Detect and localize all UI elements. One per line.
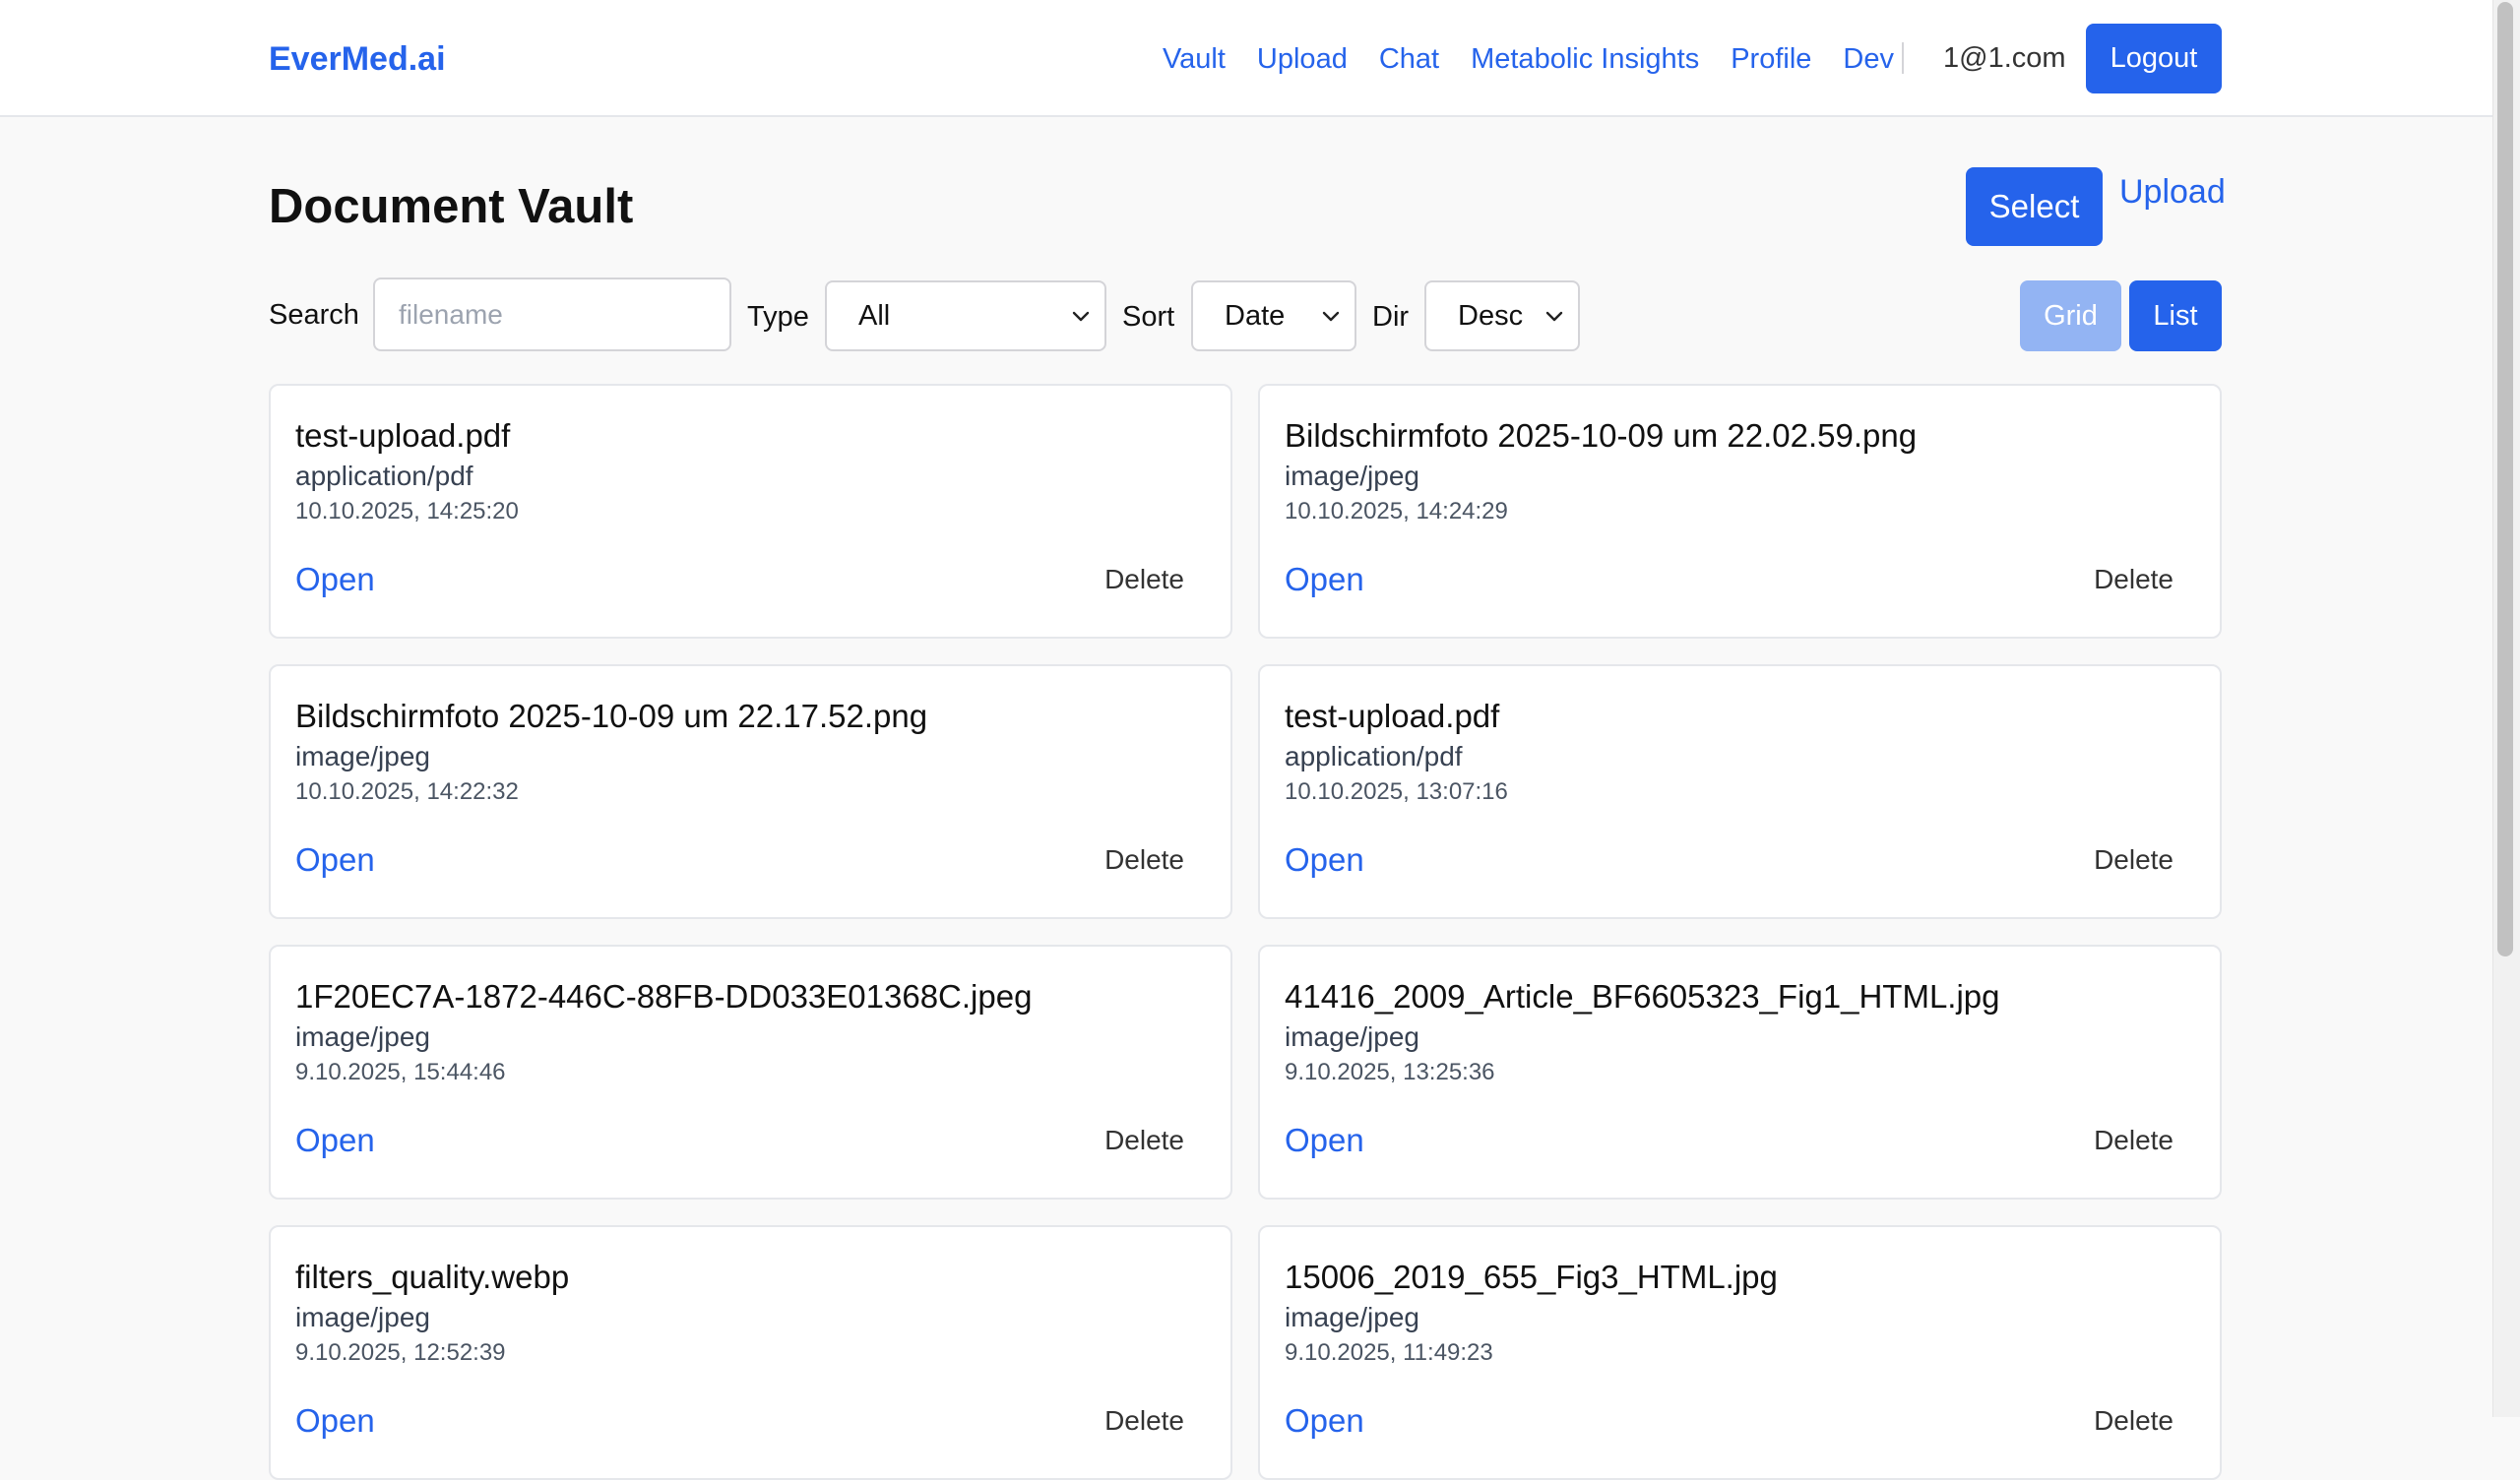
document-name: 1F20EC7A-1872-446C-88FB-DD033E01368C.jpe… (295, 978, 1033, 1015)
document-name: filters_quality.webp (295, 1259, 570, 1295)
chevron-down-icon (1545, 311, 1563, 322)
upload-link[interactable]: Upload (2119, 171, 2226, 213)
document-type: image/jpeg (295, 1021, 430, 1052)
document-date: 9.10.2025, 15:44:46 (295, 1059, 506, 1085)
search-label: Search (269, 299, 359, 331)
search-input[interactable] (373, 278, 731, 351)
delete-button[interactable]: Delete (1104, 561, 1184, 598)
document-name: test-upload.pdf (295, 417, 511, 454)
open-link[interactable]: Open (295, 559, 375, 600)
page-title: Document Vault (269, 180, 634, 233)
document-name: test-upload.pdf (1285, 698, 1500, 734)
document-card: 1F20EC7A-1872-446C-88FB-DD033E01368C.jpe… (269, 945, 1232, 1200)
logout-button[interactable]: Logout (2086, 24, 2222, 93)
document-card: Bildschirmfoto 2025-10-09 um 22.17.52.pn… (269, 664, 1232, 919)
document-type: application/pdf (295, 461, 473, 491)
nav-vault[interactable]: Vault (1163, 39, 1226, 79)
chevron-down-icon (1322, 311, 1340, 322)
type-select[interactable]: All (825, 280, 1106, 351)
document-name: Bildschirmfoto 2025-10-09 um 22.17.52.pn… (295, 698, 928, 734)
open-link[interactable]: Open (1285, 1120, 1364, 1161)
document-type: image/jpeg (1285, 1021, 1419, 1052)
document-card: 15006_2019_655_Fig3_HTML.jpg image/jpeg … (1258, 1225, 2222, 1480)
nav-profile[interactable]: Profile (1731, 39, 1811, 79)
document-card: 41416_2009_Article_BF6605323_Fig1_HTML.j… (1258, 945, 2222, 1200)
nav-chat[interactable]: Chat (1379, 39, 1439, 79)
type-select-value: All (858, 299, 891, 332)
document-card: test-upload.pdf application/pdf 10.10.20… (1258, 664, 2222, 919)
delete-button[interactable]: Delete (2094, 841, 2174, 879)
type-label: Type (747, 301, 809, 333)
document-date: 10.10.2025, 13:07:16 (1285, 778, 1508, 805)
nav-upload[interactable]: Upload (1257, 39, 1348, 79)
document-grid: test-upload.pdf application/pdf 10.10.20… (269, 384, 2222, 1480)
document-type: image/jpeg (295, 1302, 430, 1332)
open-link[interactable]: Open (1285, 559, 1364, 600)
sort-select[interactable]: Date (1191, 280, 1356, 351)
delete-button[interactable]: Delete (2094, 1122, 2174, 1159)
grid-view-button[interactable]: Grid (2020, 280, 2121, 351)
document-name: Bildschirmfoto 2025-10-09 um 22.02.59.pn… (1285, 417, 1918, 454)
open-link[interactable]: Open (1285, 839, 1364, 881)
select-button[interactable]: Select (1966, 167, 2103, 246)
nav-dev[interactable]: Dev (1843, 39, 1894, 79)
document-date: 9.10.2025, 12:52:39 (295, 1339, 506, 1366)
document-card: test-upload.pdf application/pdf 10.10.20… (269, 384, 1232, 639)
list-view-button[interactable]: List (2129, 280, 2222, 351)
sort-label: Sort (1122, 301, 1175, 333)
top-navbar: EverMed.ai Vault Upload Chat Metabolic I… (0, 0, 2492, 117)
document-name: 15006_2019_655_Fig3_HTML.jpg (1285, 1259, 1778, 1295)
document-date: 10.10.2025, 14:25:20 (295, 498, 519, 524)
document-date: 9.10.2025, 11:49:23 (1285, 1339, 1493, 1366)
dir-select[interactable]: Desc (1424, 280, 1580, 351)
delete-button[interactable]: Delete (1104, 1402, 1184, 1440)
document-card: Bildschirmfoto 2025-10-09 um 22.02.59.pn… (1258, 384, 2222, 639)
document-type: image/jpeg (1285, 461, 1419, 491)
document-type: image/jpeg (295, 741, 430, 771)
chevron-down-icon (1072, 311, 1090, 322)
nav-metabolic-insights[interactable]: Metabolic Insights (1471, 39, 1699, 79)
delete-button[interactable]: Delete (1104, 841, 1184, 879)
document-name: 41416_2009_Article_BF6605323_Fig1_HTML.j… (1285, 978, 2000, 1015)
document-date: 10.10.2025, 14:22:32 (295, 778, 519, 805)
open-link[interactable]: Open (295, 1400, 375, 1442)
open-link[interactable]: Open (295, 1120, 375, 1161)
delete-button[interactable]: Delete (1104, 1122, 1184, 1159)
brand-logo[interactable]: EverMed.ai (269, 37, 446, 81)
document-card: filters_quality.webp image/jpeg 9.10.202… (269, 1225, 1232, 1480)
document-date: 9.10.2025, 13:25:36 (1285, 1059, 1495, 1085)
nav-divider (1902, 42, 1904, 74)
open-link[interactable]: Open (1285, 1400, 1364, 1442)
dir-select-value: Desc (1458, 299, 1524, 332)
open-link[interactable]: Open (295, 839, 375, 881)
sort-select-value: Date (1225, 299, 1286, 332)
scrollbar-thumb[interactable] (2497, 2, 2513, 956)
document-type: image/jpeg (1285, 1302, 1419, 1332)
document-type: application/pdf (1285, 741, 1463, 771)
delete-button[interactable]: Delete (2094, 561, 2174, 598)
main-nav: Vault Upload Chat Metabolic Insights Pro… (1163, 0, 1894, 117)
user-email: 1@1.com (1943, 42, 2066, 74)
document-date: 10.10.2025, 14:24:29 (1285, 498, 1508, 524)
delete-button[interactable]: Delete (2094, 1402, 2174, 1440)
dir-label: Dir (1372, 301, 1410, 333)
